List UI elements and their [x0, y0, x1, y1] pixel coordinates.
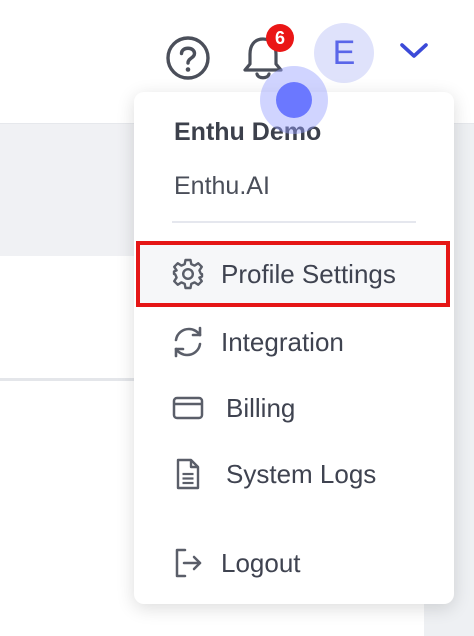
menu-item-logout[interactable]: Logout [136, 531, 452, 595]
menu-item-label: Integration [221, 326, 344, 357]
menu-divider [172, 221, 416, 223]
menu-item-label: Billing [226, 392, 296, 423]
menu-item-billing[interactable]: Billing [136, 376, 452, 440]
menu-item-label: System Logs [226, 458, 377, 489]
sync-icon [170, 324, 206, 360]
menu-item-label: Profile Settings [221, 258, 396, 289]
click-indicator-dot [276, 82, 312, 118]
help-button[interactable] [164, 34, 212, 82]
credit-card-icon [170, 390, 206, 426]
menu-item-profile-settings[interactable]: Profile Settings [136, 241, 450, 307]
chevron-down-icon [400, 43, 428, 58]
gear-icon [170, 256, 206, 292]
notification-count-badge: 6 [266, 24, 294, 52]
user-avatar[interactable]: E [314, 23, 374, 83]
document-icon [170, 456, 206, 492]
user-dropdown-menu: Enthu Demo Enthu.AI Profile Settings Int… [134, 92, 454, 604]
menu-item-integration[interactable]: Integration [136, 310, 452, 374]
help-circle-icon [166, 36, 210, 80]
logout-icon [170, 545, 206, 581]
organization-name: Enthu.AI [174, 172, 270, 200]
menu-item-label: Logout [221, 547, 301, 578]
menu-item-system-logs[interactable]: System Logs [136, 442, 452, 506]
user-menu-toggle[interactable] [396, 36, 432, 66]
